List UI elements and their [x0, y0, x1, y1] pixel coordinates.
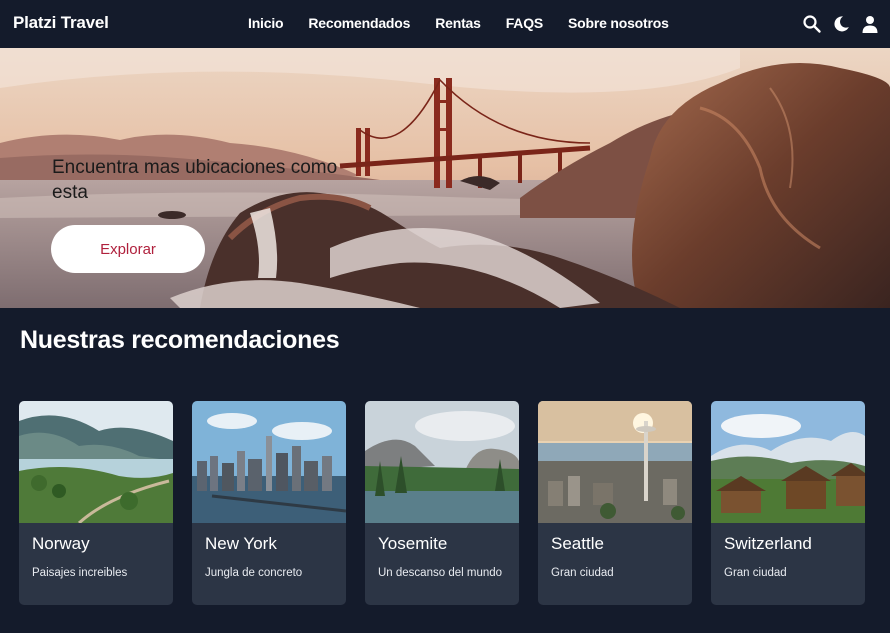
card-title: Seattle	[551, 534, 604, 553]
new-york-image	[192, 401, 346, 523]
card-switzerland[interactable]: Switzerland Gran ciudad	[711, 401, 865, 605]
card-title: New York	[205, 534, 277, 553]
card-description: Jungla de concreto	[205, 567, 303, 579]
card-norway[interactable]: Norway Paisajes increibles	[19, 401, 173, 605]
card-description: Paisajes increibles	[32, 567, 128, 579]
moon-icon[interactable]	[831, 14, 851, 34]
nav-item-faqs[interactable]: FAQS	[506, 15, 544, 31]
explore-button[interactable]: Explorar	[51, 225, 205, 273]
card-description: Gran ciudad	[551, 567, 614, 579]
seattle-image	[538, 401, 692, 523]
nav-icons	[802, 14, 880, 34]
card-description: Un descanso del mundo	[378, 567, 503, 579]
card-yosemite[interactable]: Yosemite Un descanso del mundo	[365, 401, 519, 605]
hero-headline: Encuentra mas ubicaciones como esta	[52, 157, 338, 203]
user-icon[interactable]	[860, 14, 880, 34]
brand-logo[interactable]: Platzi Travel	[13, 13, 109, 33]
nav-item-recomendados[interactable]: Recomendados	[308, 15, 410, 31]
nav-item-sobre-nosotros[interactable]: Sobre nosotros	[568, 15, 669, 31]
search-icon[interactable]	[802, 14, 822, 34]
card-title: Norway	[32, 534, 90, 553]
switzerland-image	[711, 401, 865, 523]
card-description: Gran ciudad	[724, 567, 787, 579]
navbar: Platzi Travel Inicio Recomendados Rentas…	[0, 0, 890, 48]
nav-item-inicio[interactable]: Inicio	[248, 15, 284, 31]
section-title: Nuestras recomendaciones	[20, 326, 340, 354]
recommendation-cards: Norway Paisajes increibles New York Jung…	[19, 401, 865, 605]
hero-banner: Encuentra mas ubicaciones como esta Expl…	[0, 48, 890, 308]
card-new-york[interactable]: New York Jungla de concreto	[192, 401, 346, 605]
card-title: Switzerland	[724, 534, 812, 553]
card-title: Yosemite	[378, 534, 448, 553]
card-seattle[interactable]: Seattle Gran ciudad	[538, 401, 692, 605]
nav-menu: Inicio Recomendados Rentas FAQS Sobre no…	[248, 15, 694, 31]
yosemite-image	[365, 401, 519, 523]
norway-image	[19, 401, 173, 523]
nav-item-rentas[interactable]: Rentas	[435, 15, 481, 31]
